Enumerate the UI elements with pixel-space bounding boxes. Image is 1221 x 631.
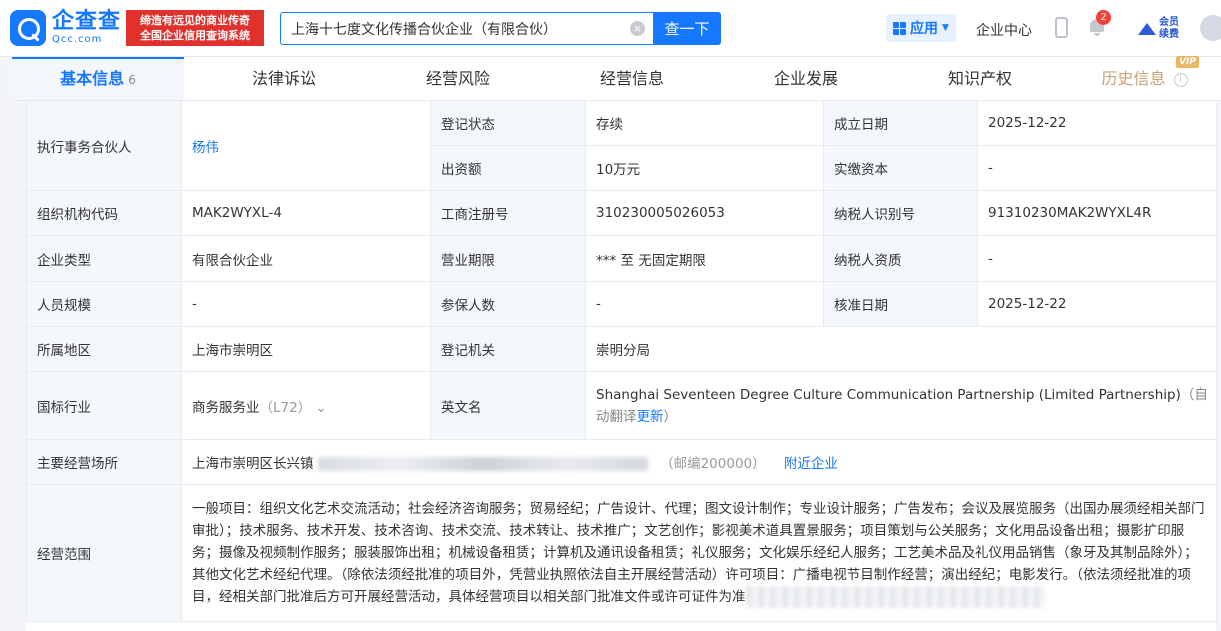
address-cell: 上海市崇明区长兴镇 （邮编200000） 附近企业 bbox=[181, 439, 1217, 485]
paid-capital-label: 实缴资本 bbox=[823, 145, 978, 191]
biz-term-value: *** 至 无固定期限 bbox=[585, 235, 824, 282]
caret-down-icon: ▼ bbox=[942, 23, 949, 33]
address-label: 主要经营场所 bbox=[26, 439, 182, 485]
partner-link[interactable]: 杨伟 bbox=[181, 100, 431, 191]
chevron-down-icon[interactable]: ⌄ bbox=[316, 400, 327, 416]
search-box: × bbox=[280, 12, 653, 45]
tab-label: 法律诉讼 bbox=[251, 69, 316, 88]
apps-menu-button[interactable]: 应用 ▼ bbox=[886, 14, 956, 42]
found-date-label: 成立日期 bbox=[823, 100, 978, 146]
org-code-value: MAK2WYXL-4 bbox=[181, 190, 431, 236]
slogan-line-2: 全国企业信用查询系统 bbox=[140, 29, 250, 42]
tab-label: 知识产权 bbox=[947, 69, 1012, 88]
tab-label: 企业发展 bbox=[773, 69, 838, 88]
search-button[interactable]: 查一下 bbox=[653, 12, 721, 45]
industry-code: （L72） bbox=[259, 399, 312, 416]
nearby-companies-link[interactable]: 附近企业 bbox=[784, 456, 838, 472]
staff-size-value: - bbox=[181, 281, 431, 327]
search-input[interactable] bbox=[281, 13, 621, 44]
tab-label: 历史信息 bbox=[1101, 69, 1166, 88]
taxpayer-qual-label: 纳税人资质 bbox=[823, 235, 978, 282]
enterprise-center-link[interactable]: 企业中心 bbox=[976, 20, 1032, 40]
basic-info-table: 执行事务合伙人 杨伟 登记状态 存续 成立日期 2025-12-22 出资额 1… bbox=[26, 100, 1217, 631]
tab-label: 经营风险 bbox=[425, 69, 490, 88]
industry-label: 国标行业 bbox=[26, 371, 182, 440]
notification-badge: 2 bbox=[1096, 10, 1111, 25]
address-redacted bbox=[317, 457, 648, 471]
top-header: 企查查 Qcc.com 缔造有远见的商业传奇 全国企业信用查询系统 × 查一下 … bbox=[0, 0, 1221, 57]
org-code-label: 组织机构代码 bbox=[26, 190, 182, 236]
english-name-value: Shanghai Seventeen Degree Culture Commun… bbox=[596, 386, 1181, 403]
ent-type-label: 企业类型 bbox=[26, 235, 182, 282]
scope-label: 经营范围 bbox=[26, 484, 182, 622]
taxpayer-id-label: 纳税人识别号 bbox=[823, 190, 978, 236]
insured-value: - bbox=[585, 281, 824, 327]
tab-history[interactable]: 历史信息 i VIP bbox=[1068, 56, 1221, 100]
tab-risk[interactable]: 经营风险 bbox=[372, 57, 544, 100]
avatar[interactable] bbox=[1200, 15, 1221, 41]
english-name-label: 英文名 bbox=[430, 371, 586, 440]
info-icon: i bbox=[1173, 72, 1188, 87]
insured-label: 参保人数 bbox=[430, 281, 586, 327]
member-renew-button[interactable]: 会员 续费 bbox=[1138, 16, 1188, 42]
partner-label: 执行事务合伙人 bbox=[26, 100, 182, 191]
tab-bar: 基本信息 6 法律诉讼 经营风险 经营信息 企业发展 知识产权 历史信息 i VIP bbox=[12, 56, 1221, 101]
reg-status-value: 存续 bbox=[585, 100, 824, 146]
postcode: （邮编200000） bbox=[660, 456, 766, 472]
scope-value: 一般项目：组织文化艺术交流活动；社会经济咨询服务；贸易经纪；广告设计、代理；图文… bbox=[192, 501, 1205, 605]
english-name-note-c: ） bbox=[663, 408, 678, 425]
slogan-line-1: 缔造有远见的商业传奇 bbox=[140, 14, 250, 27]
english-name-cell: Shanghai Seventeen Degree Culture Commun… bbox=[585, 371, 1217, 440]
taxpayer-qual-value: - bbox=[977, 235, 1217, 282]
logo-text: 企查查 bbox=[52, 9, 122, 34]
ent-type-value: 有限合伙企业 bbox=[181, 235, 431, 282]
member-label: 会员 bbox=[1159, 17, 1179, 28]
grid-icon bbox=[893, 21, 907, 35]
region-value: 上海市崇明区 bbox=[181, 326, 431, 372]
biz-term-label: 营业期限 bbox=[430, 235, 586, 282]
tab-label: 经营信息 bbox=[599, 69, 664, 88]
tab-label: 基本信息 bbox=[60, 69, 125, 88]
tab-basic-info[interactable]: 基本信息 6 bbox=[12, 57, 184, 100]
address-value: 上海市崇明区长兴镇 bbox=[192, 456, 314, 472]
crown-icon bbox=[1138, 21, 1156, 37]
staff-size-label: 人员规模 bbox=[26, 281, 182, 327]
biz-reg-no-value: 310230005026053 bbox=[585, 190, 824, 236]
scope-cell: 一般项目：组织文化艺术交流活动；社会经济咨询服务；贸易经纪；广告设计、代理；图文… bbox=[181, 484, 1217, 622]
tab-count: 6 bbox=[128, 73, 136, 87]
logo-domain: Qcc.com bbox=[52, 34, 103, 45]
tab-ip[interactable]: 知识产权 bbox=[894, 57, 1066, 100]
english-name-note-a: （自 bbox=[1180, 386, 1208, 403]
slogan-banner: 缔造有远见的商业传奇 全国企业信用查询系统 bbox=[126, 10, 264, 46]
capital-label: 出资额 bbox=[430, 145, 586, 191]
mobile-icon[interactable] bbox=[1055, 17, 1068, 38]
biz-reg-no-label: 工商注册号 bbox=[430, 190, 586, 236]
approval-date-value: 2025-12-22 bbox=[977, 281, 1217, 327]
capital-value: 10万元 bbox=[585, 145, 824, 191]
logo[interactable]: 企查查 Qcc.com bbox=[10, 10, 122, 46]
tab-operation[interactable]: 经营信息 bbox=[546, 57, 718, 100]
industry-cell[interactable]: 商务服务业（L72） ⌄ bbox=[181, 371, 431, 440]
apps-menu-label: 应用 bbox=[910, 21, 939, 37]
found-date-value: 2025-12-22 bbox=[977, 100, 1217, 146]
logo-icon bbox=[10, 10, 46, 46]
region-label: 所属地区 bbox=[26, 326, 182, 372]
taxpayer-id-value: 91310230MAK2WYXL4R bbox=[977, 190, 1217, 236]
tab-legal[interactable]: 法律诉讼 bbox=[198, 57, 370, 100]
scope-redacted bbox=[745, 586, 1046, 608]
approval-date-label: 核准日期 bbox=[823, 281, 978, 327]
english-name-note-b: 动翻译 bbox=[596, 408, 637, 425]
tab-development[interactable]: 企业发展 bbox=[720, 57, 892, 100]
reg-authority-value: 崇明分局 bbox=[585, 326, 1217, 372]
vip-badge: VIP bbox=[1176, 56, 1199, 68]
industry-value: 商务服务业 bbox=[192, 399, 260, 416]
renew-label: 续费 bbox=[1159, 29, 1179, 40]
clear-icon[interactable]: × bbox=[630, 21, 645, 36]
reg-status-label: 登记状态 bbox=[430, 100, 586, 146]
paid-capital-value: - bbox=[977, 145, 1217, 191]
reg-authority-label: 登记机关 bbox=[430, 326, 586, 372]
english-name-update-link[interactable]: 更新 bbox=[637, 409, 664, 425]
